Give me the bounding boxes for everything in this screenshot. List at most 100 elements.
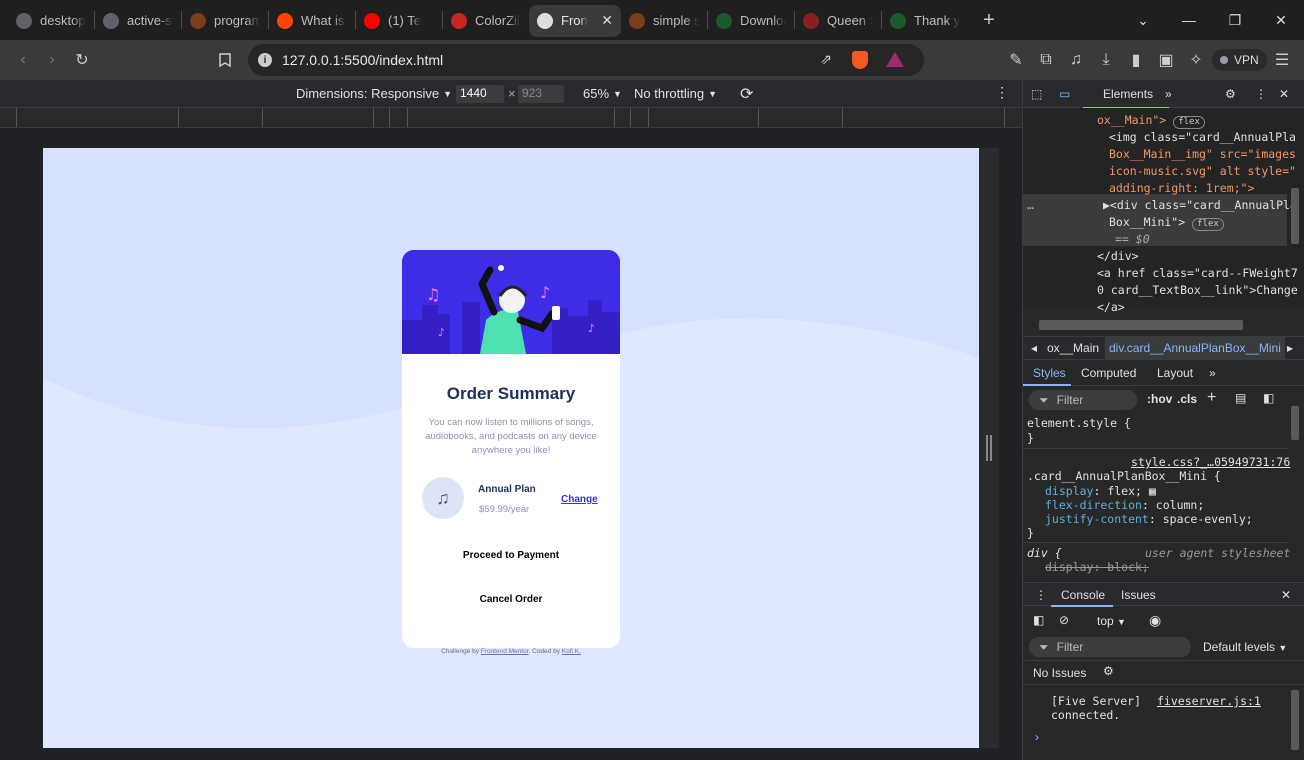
css-value[interactable]: flex;	[1107, 484, 1142, 498]
dom-line[interactable]: 0 card__TextBox__link">Change	[1097, 282, 1298, 299]
browser-tab[interactable]: active-st	[95, 5, 181, 37]
browser-tab[interactable]: Downloa	[708, 5, 794, 37]
console-prompt-icon[interactable]: ›	[1035, 730, 1039, 744]
css-prop[interactable]: justify-content	[1045, 512, 1149, 526]
bookmark-icon[interactable]	[210, 45, 240, 75]
crumb-right-arrow[interactable]: ▸	[1287, 341, 1293, 355]
flexbox-editor-icon[interactable]: ▦	[1149, 484, 1156, 498]
dom-line[interactable]: </a>	[1097, 299, 1125, 316]
site-info-icon[interactable]: i	[258, 53, 272, 67]
reload-icon[interactable]: ↻	[67, 45, 97, 75]
console-scrollbar[interactable]	[1291, 690, 1299, 750]
browser-tab[interactable]: Queen S	[795, 5, 881, 37]
media-icon[interactable]: ♫	[1061, 45, 1091, 75]
dom-line[interactable]: <a href class="card--FWeight7	[1097, 265, 1298, 282]
inspect-element-icon[interactable]: ⬚	[1031, 87, 1042, 101]
omnibox[interactable]: i 127.0.0.1:5500/index.html ⇗	[248, 44, 924, 76]
tab-issues[interactable]: Issues	[1121, 588, 1156, 602]
browser-tab[interactable]: simple sc	[621, 5, 707, 37]
proceed-to-payment-button[interactable]: Proceed to Payment	[402, 550, 620, 561]
crumb-left-arrow[interactable]: ◂	[1031, 341, 1037, 355]
cls-toggle[interactable]: .cls	[1177, 392, 1197, 406]
height-input[interactable]: 923	[518, 85, 564, 103]
css-selector[interactable]: .card__AnnualPlanBox__Mini {	[1027, 469, 1221, 484]
wallet-icon[interactable]: ▣	[1151, 45, 1181, 75]
back-button[interactable]: ‹	[8, 45, 38, 75]
dom-line[interactable]: icon-music.svg" alt style="	[1109, 163, 1296, 180]
elements-hscroll[interactable]	[1039, 320, 1243, 330]
tab-search-icon[interactable]: ⌄	[1120, 0, 1166, 40]
tab-computed[interactable]: Computed	[1081, 366, 1136, 380]
paint-icon[interactable]: ▤	[1235, 391, 1246, 405]
styles-scrollbar[interactable]	[1291, 406, 1299, 440]
more-options-icon[interactable]: ⋮	[995, 84, 1009, 101]
close-window-button[interactable]: ✕	[1258, 0, 1304, 40]
dom-line[interactable]: adding-right: 1rem;">	[1109, 180, 1254, 197]
close-devtools-icon[interactable]: ✕	[1279, 87, 1289, 101]
device-toggle-icon[interactable]: ▭	[1059, 87, 1070, 101]
clear-console-icon[interactable]: ⊘	[1059, 613, 1069, 627]
url-text[interactable]: 127.0.0.1:5500/index.html	[282, 52, 443, 68]
leo-ai-icon[interactable]: ✧	[1181, 45, 1211, 75]
hov-toggle[interactable]: :hov	[1147, 392, 1172, 406]
settings-gear-icon[interactable]: ⚙	[1225, 87, 1236, 101]
restore-button[interactable]: ❐	[1212, 0, 1258, 40]
stylesheet-source-link[interactable]: style.css?_…05949731:76	[1131, 455, 1290, 470]
new-rule-icon[interactable]: +	[1207, 389, 1216, 407]
browser-tab[interactable]: Fron ✕	[529, 4, 621, 37]
eyedropper-icon[interactable]: ✎	[1001, 45, 1031, 75]
share-icon[interactable]: ⇗	[820, 51, 832, 68]
extensions-icon[interactable]: ⧉	[1031, 45, 1061, 75]
media-query-ruler[interactable]	[0, 108, 1022, 128]
browser-tab[interactable]: What is t	[269, 5, 355, 37]
css-selector-ua[interactable]: div {	[1027, 546, 1062, 561]
log-levels-dropdown[interactable]: Default levels ▼	[1203, 640, 1287, 654]
drawer-menu-icon[interactable]: ⋮	[1035, 588, 1047, 602]
close-tab-icon[interactable]: ✕	[601, 12, 613, 29]
console-sidebar-icon[interactable]: ◧	[1033, 613, 1044, 627]
styles-filter[interactable]: ⏷ Filter	[1029, 390, 1137, 410]
dom-line[interactable]: Box__Mini">	[1109, 215, 1185, 229]
change-link[interactable]: Change	[561, 494, 598, 505]
dimensions-dropdown[interactable]: Dimensions: Responsive ▼	[296, 86, 452, 101]
dom-line[interactable]: <img class="card__AnnualPla	[1109, 129, 1296, 146]
frontend-mentor-link[interactable]: Frontend Mentor	[481, 648, 529, 655]
element-style-rule[interactable]: element.style {	[1027, 416, 1131, 431]
css-value[interactable]: space-evenly;	[1163, 512, 1253, 526]
close-drawer-icon[interactable]: ✕	[1281, 588, 1291, 602]
width-input[interactable]: 1440	[456, 85, 504, 103]
brave-shields-icon[interactable]	[852, 51, 868, 69]
rotate-icon[interactable]: ⟳	[740, 84, 753, 104]
breadcrumb-item[interactable]: ox__Main	[1047, 341, 1099, 355]
more-tabs-icon[interactable]: »	[1165, 87, 1172, 101]
dom-line[interactable]: </div>	[1097, 248, 1139, 265]
vpn-button[interactable]: VPN	[1212, 49, 1267, 71]
browser-tab[interactable]: programm	[182, 5, 268, 37]
flex-badge[interactable]: flex	[1173, 116, 1205, 129]
breadcrumb-item-active[interactable]: div.card__AnnualPlanBox__Mini	[1105, 337, 1285, 359]
downloads-icon[interactable]: ⤓	[1091, 45, 1121, 75]
menu-icon[interactable]: ☰	[1267, 45, 1297, 75]
sidebar-icon[interactable]: ▮	[1121, 45, 1151, 75]
cancel-order-button[interactable]: Cancel Order	[402, 594, 620, 605]
elements-scrollbar[interactable]	[1291, 188, 1299, 244]
css-prop[interactable]: flex-direction	[1045, 498, 1142, 512]
throttling-dropdown[interactable]: No throttling ▼	[634, 86, 717, 101]
context-selector[interactable]: top ▼	[1097, 614, 1126, 628]
browser-tab[interactable]: Thank yo	[882, 5, 968, 37]
forward-button[interactable]: ›	[37, 45, 67, 75]
brave-rewards-icon[interactable]	[886, 52, 904, 67]
flex-badge[interactable]: flex	[1192, 218, 1224, 231]
toggle-sidebar-icon[interactable]: ◧	[1263, 391, 1274, 405]
minimize-button[interactable]: —	[1166, 0, 1212, 40]
browser-tab[interactable]: (1) Te	[356, 5, 442, 37]
issues-count[interactable]: No Issues	[1033, 666, 1086, 680]
tab-elements[interactable]: Elements	[1103, 87, 1153, 101]
live-expression-eye-icon[interactable]: ◉	[1149, 612, 1161, 629]
new-tab-button[interactable]: +	[974, 5, 1004, 35]
devtools-menu-icon[interactable]: ⋮	[1255, 87, 1267, 101]
dom-line[interactable]: ox__Main">	[1097, 113, 1166, 127]
console-settings-gear-icon[interactable]: ⚙	[1103, 664, 1114, 678]
log-source-link[interactable]: fiveserver.js:1	[1157, 694, 1261, 708]
author-link[interactable]: Kofi K.	[562, 648, 581, 655]
